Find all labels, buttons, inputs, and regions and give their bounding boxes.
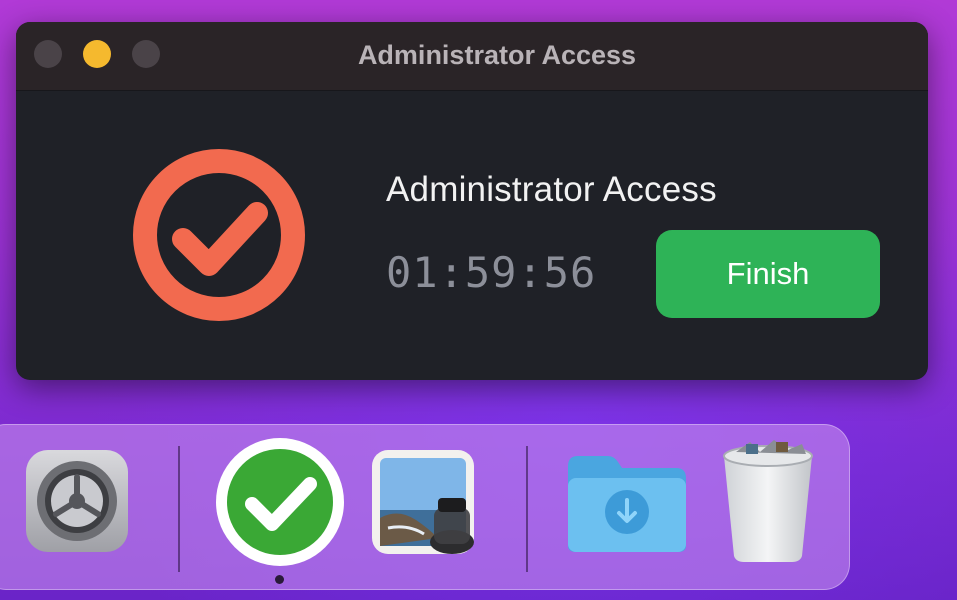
window-title: Administrator Access [357, 40, 637, 70]
preview-app-icon[interactable] [368, 448, 480, 560]
access-heading: Administrator Access [386, 170, 717, 209]
running-indicator [275, 575, 284, 584]
finish-button[interactable]: Finish [656, 230, 880, 318]
green-checkmark-app-icon[interactable] [214, 436, 346, 568]
trash-icon[interactable] [716, 438, 820, 564]
system-preferences-gear-icon[interactable] [24, 448, 130, 554]
window-titlebar[interactable]: Administrator Access [16, 22, 928, 91]
dock-divider [526, 446, 528, 572]
checkmark-circle-icon [133, 149, 305, 321]
downloads-folder-icon[interactable] [564, 450, 690, 554]
dock-divider [178, 446, 180, 572]
admin-access-window: Administrator Access Administrator Acces… [16, 22, 928, 380]
countdown-timer: 01:59:56 [386, 248, 597, 297]
